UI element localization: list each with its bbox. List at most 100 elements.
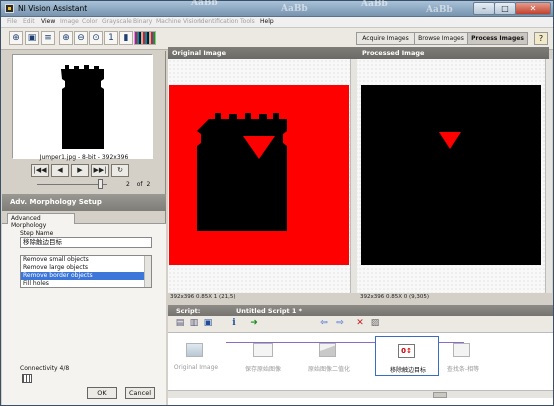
lookup-table-icon[interactable] — [134, 31, 156, 45]
script-scrollbar[interactable] — [168, 390, 553, 398]
step-label: Original Image — [173, 364, 219, 371]
step-label: 原始图像二值化 — [307, 366, 350, 373]
zoom-out-icon[interactable]: ⊖ — [74, 31, 88, 45]
menu-help[interactable]: Help — [260, 18, 274, 25]
edge-detect-icon — [453, 343, 470, 357]
script-scrollbar-thumb[interactable] — [433, 392, 447, 398]
image-counter: 2 of 2 — [126, 181, 150, 188]
script-label: Script: — [176, 307, 201, 315]
step-label: 保存原始图像 — [244, 366, 281, 373]
menu-file[interactable]: File — [7, 18, 17, 25]
menu-identification[interactable]: Identification — [199, 18, 238, 25]
script-step-save-original[interactable]: 保存原始图像 — [231, 336, 295, 376]
last-image-button[interactable]: ▶▶| — [91, 164, 109, 177]
open-script-icon[interactable]: ▥ — [188, 318, 200, 330]
tab-advanced-morphology[interactable]: Advanced Morphology — [7, 213, 75, 229]
list-item[interactable]: Remove large objects — [21, 264, 151, 272]
image-slider-thumb[interactable] — [98, 179, 103, 189]
move-right-icon[interactable]: ⇨ — [334, 318, 346, 330]
processed-image[interactable] — [361, 85, 541, 265]
connectivity-label: Connectivity 4/8 — [20, 365, 70, 372]
thumbnail-caption: Jumper1.jpg - 8-bit - 392x396 — [39, 154, 129, 161]
delete-step-icon[interactable]: ✕ — [354, 318, 366, 330]
list-scrollbar[interactable] — [144, 256, 151, 287]
list-item[interactable]: Remove border objects — [21, 272, 151, 280]
first-image-button[interactable]: |◀◀ — [31, 164, 49, 177]
menu-color[interactable]: Color — [82, 18, 98, 25]
save-icon[interactable]: ▣ — [25, 31, 39, 45]
info-icon[interactable]: i — [228, 318, 240, 330]
save-script-icon[interactable]: ▣ — [202, 318, 214, 330]
new-script-icon[interactable]: ▤ — [174, 318, 186, 330]
run-once-icon[interactable]: ➜ — [248, 318, 260, 330]
color-palette-icon[interactable]: ▮ — [119, 31, 133, 45]
menu-grayscale[interactable]: Grayscale — [102, 18, 132, 25]
tab-browse-images[interactable]: Browse Images — [414, 32, 468, 45]
original-image-status: 392x396 0.85X 1 (21,5) — [170, 294, 236, 300]
image-icon — [186, 343, 203, 357]
morphology-icon: 0↕ — [398, 344, 415, 358]
minimize-button[interactable]: – — [473, 2, 495, 15]
refresh-image-button[interactable]: ↻ — [111, 164, 129, 177]
step-label: 查找条-相等 — [446, 366, 480, 373]
image-current: 2 — [126, 181, 130, 188]
menu-bar: File Edit View Image Color Grayscale Bin… — [1, 17, 553, 28]
image-info-icon[interactable]: ≡ — [41, 31, 55, 45]
processed-viewer-scrollbar[interactable] — [545, 59, 552, 293]
app-window: NI Vision Assistant AaBb AaBb AaBb AaBb … — [0, 0, 554, 406]
close-button[interactable]: ✕ — [515, 2, 551, 15]
connectivity-grid-icon[interactable] — [22, 374, 32, 383]
script-step-find-edge[interactable]: 查找条-相等 — [431, 336, 495, 376]
menu-view[interactable]: View — [41, 18, 55, 25]
menu-edit[interactable]: Edit — [23, 18, 35, 25]
ok-button[interactable]: OK — [87, 387, 117, 399]
original-image-content — [197, 113, 287, 231]
properties-icon[interactable]: ▨ — [369, 318, 381, 330]
next-image-button[interactable]: ▶ — [71, 164, 89, 177]
processed-image-status: 392x396 0.85X 0 (9,305) — [360, 294, 430, 300]
original-image[interactable] — [169, 85, 349, 265]
original-image-title: Original Image — [168, 47, 358, 59]
zoom-one-icon[interactable]: 1 — [104, 31, 118, 45]
copy-image-icon — [253, 343, 273, 357]
list-item[interactable]: Fill holes — [21, 280, 151, 288]
threshold-icon — [319, 343, 336, 357]
processed-image-title: Processed Image — [358, 47, 549, 59]
move-left-icon[interactable]: ⇦ — [318, 318, 330, 330]
setup-title: Adv. Morphology Setup — [2, 194, 166, 211]
title-bar: NI Vision Assistant AaBb AaBb AaBb AaBb … — [1, 0, 553, 17]
processed-image-content — [439, 132, 461, 149]
image-navigation: |◀◀ ◀ ▶ ▶▶| ↻ — [31, 164, 129, 177]
maximize-button[interactable]: □ — [494, 2, 516, 15]
cancel-button[interactable]: Cancel — [125, 387, 155, 399]
menu-binary[interactable]: Binary — [133, 18, 152, 25]
open-image-icon[interactable]: ⊕ — [9, 31, 23, 45]
morphology-function-list[interactable]: Remove small objects Remove large object… — [20, 255, 152, 288]
tab-acquire-images[interactable]: Acquire Images — [356, 32, 415, 45]
zoom-in-icon[interactable]: ⊕ — [59, 31, 73, 45]
script-name: Untitled Script 1 * — [236, 307, 303, 315]
app-icon — [5, 4, 14, 13]
image-slider-track[interactable] — [37, 184, 107, 185]
tab-process-images[interactable]: Process Images — [467, 32, 528, 45]
original-viewer-scrollbar[interactable] — [350, 59, 357, 293]
script-step-remove-border[interactable]: 0↕ 移除触边目标 — [375, 336, 439, 376]
list-item[interactable]: Remove small objects — [21, 256, 151, 264]
thumbnail-image — [13, 55, 153, 159]
script-step-original-image[interactable]: Original Image — [164, 336, 228, 376]
menu-tools[interactable]: Tools — [240, 18, 255, 25]
thumbnail-preview[interactable] — [12, 54, 153, 159]
step-name-input[interactable]: 移除触边目标 — [20, 237, 152, 248]
script-header: Script: Untitled Script 1 * — [168, 305, 553, 316]
script-toolbar: ▤ ▥ ▣ i ➜ ⇦ ⇨ ✕ ▨ — [168, 316, 553, 333]
menu-machine-vision[interactable]: Machine Vision — [156, 18, 201, 25]
step-name-label: Step Name — [20, 230, 54, 237]
script-step-threshold[interactable]: 原始图像二值化 — [297, 336, 361, 376]
menu-image[interactable]: Image — [60, 18, 79, 25]
zoom-fit-icon[interactable]: ⊙ — [89, 31, 103, 45]
previous-image-button[interactable]: ◀ — [51, 164, 69, 177]
window-title: NI Vision Assistant — [18, 4, 88, 13]
image-of-label: of — [136, 181, 143, 188]
image-total: 2 — [146, 181, 151, 188]
help-button[interactable]: ? — [534, 32, 548, 45]
